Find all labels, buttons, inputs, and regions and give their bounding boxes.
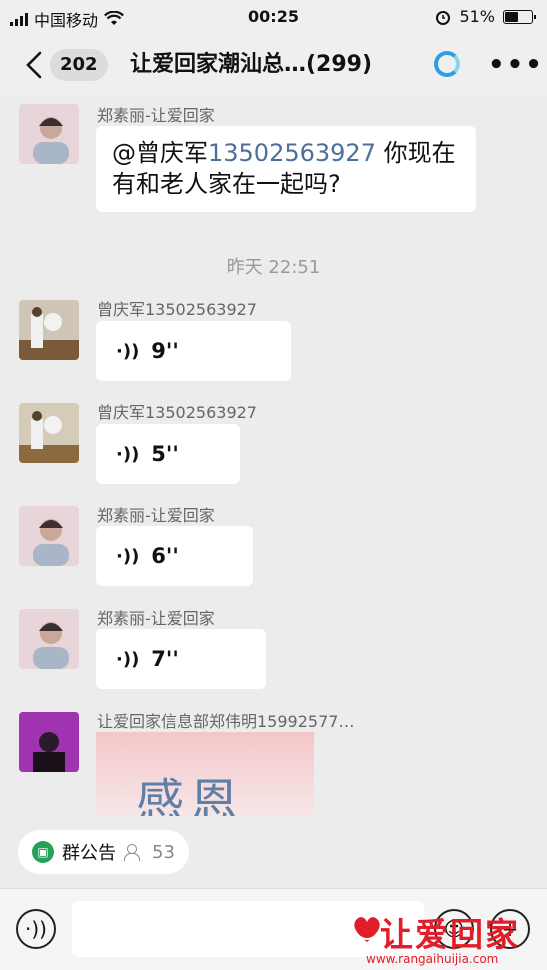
sender-name: 郑素丽-让爱回家 [97, 609, 215, 628]
voice-wave-icon: ·)) [116, 648, 140, 670]
member-count: 53 [152, 841, 175, 863]
avatar[interactable] [19, 403, 79, 463]
avatar[interactable] [19, 712, 79, 772]
announcement-label: 群公告 [62, 843, 116, 864]
sender-name: 郑素丽-让爱回家 [97, 506, 215, 525]
voice-duration: 7'' [151, 647, 179, 671]
voice-message-bubble[interactable]: ·)) 7'' [96, 629, 266, 689]
chat-header: 202 让爱回家潮汕总…(299) ••• [0, 34, 547, 96]
avatar[interactable] [19, 506, 79, 566]
loading-ring-icon [434, 51, 460, 77]
watermark-logo: 让爱回家 www.rangaihuijia.com [350, 904, 544, 968]
avatar[interactable] [19, 609, 79, 669]
image-caption: 感恩 [136, 774, 245, 816]
sender-name: 让爱回家信息部郑伟明15992577… [97, 712, 355, 731]
voice-message-bubble[interactable]: ·)) 9'' [96, 321, 291, 381]
voice-message-bubble[interactable]: ·)) 5'' [96, 424, 240, 484]
battery-level [505, 11, 518, 22]
announcement-icon: ▣ [32, 841, 54, 863]
battery-icon [503, 9, 536, 24]
unread-count-badge[interactable]: 202 [50, 49, 108, 81]
phone-link[interactable]: 13502563927 [208, 139, 376, 167]
voice-message-bubble[interactable]: ·)) 6'' [96, 526, 253, 586]
avatar[interactable] [19, 104, 79, 164]
mention[interactable]: @曾庆军 [112, 139, 208, 167]
person-icon [124, 844, 140, 861]
voice-wave-icon: ·)) [116, 443, 140, 465]
sender-name: 曾庆军13502563927 [97, 300, 257, 319]
message-text-line1: 你现在 [375, 139, 456, 167]
voice-wave-icon: ·)) [116, 340, 140, 362]
status-bar: 中国移动 00:25 51% [0, 0, 547, 34]
status-right: 51% [435, 7, 536, 26]
more-icon[interactable]: ••• [488, 52, 544, 78]
text-message-bubble[interactable]: @曾庆军13502563927 你现在 有和老人家在一起吗? [96, 126, 476, 212]
watermark-text: 让爱回家 [380, 915, 520, 954]
voice-duration: 6'' [151, 544, 179, 568]
heart-logo-icon [354, 917, 380, 942]
alarm-icon [436, 10, 451, 25]
avatar[interactable] [19, 300, 79, 360]
group-announcement-button[interactable]: ▣ 群公告 53 [18, 830, 189, 874]
voice-wave-icon: ·)) [116, 545, 140, 567]
back-chevron-icon[interactable] [22, 50, 48, 80]
chat-title: 让爱回家潮汕总…(299) [130, 52, 373, 77]
sender-name: 郑素丽-让爱回家 [97, 106, 215, 125]
image-message[interactable]: 感恩 [96, 732, 314, 816]
voice-duration: 9'' [151, 339, 179, 363]
timestamp: 昨天 22:51 [226, 257, 321, 278]
message-text-line2: 有和老人家在一起吗? [112, 170, 341, 198]
sender-name: 曾庆军13502563927 [97, 403, 257, 422]
voice-input-icon[interactable]: ·)) [16, 909, 56, 949]
voice-duration: 5'' [151, 442, 179, 466]
watermark-url: www.rangaihuijia.com [366, 952, 499, 966]
battery-percent: 51% [459, 7, 495, 26]
message-list[interactable]: 郑素丽-让爱回家 @曾庆军13502563927 你现在 有和老人家在一起吗? … [0, 96, 547, 816]
